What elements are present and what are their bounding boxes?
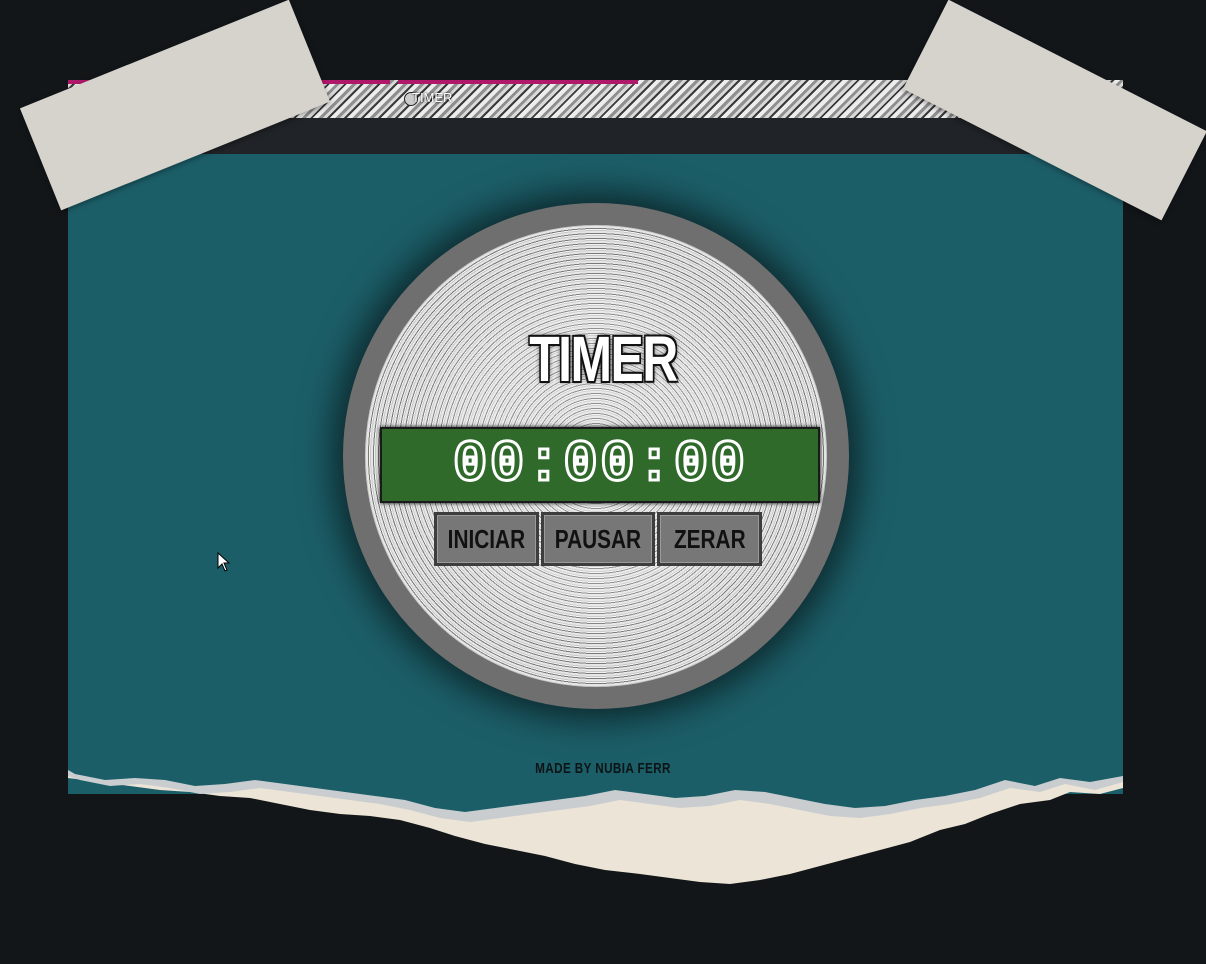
timer-controls: INICIAR PAUSAR ZERAR [434,512,763,566]
pause-button-label: PAUSAR [554,523,642,554]
mouse-cursor-icon [217,552,231,572]
start-button-label: INICIAR [447,523,526,554]
footer-credit: MADE BY NUBIA FERR [0,760,1206,777]
start-button[interactable]: INICIAR [434,512,540,566]
pause-button[interactable]: PAUSAR [541,512,655,566]
reset-button[interactable]: ZERAR [656,512,763,566]
timer-display-digits: 00:00:00 [451,431,748,499]
tab-timer[interactable]: TIMER [412,90,452,105]
timer-display: 00:00:00 [380,427,820,503]
reset-button-label: ZERAR [673,523,746,554]
footer-credit-text: MADE BY NUBIA FERR [535,760,671,777]
torn-paper-edge [68,770,1123,884]
timer-title: TIMER [529,323,678,395]
tab-active-accent [398,80,638,84]
